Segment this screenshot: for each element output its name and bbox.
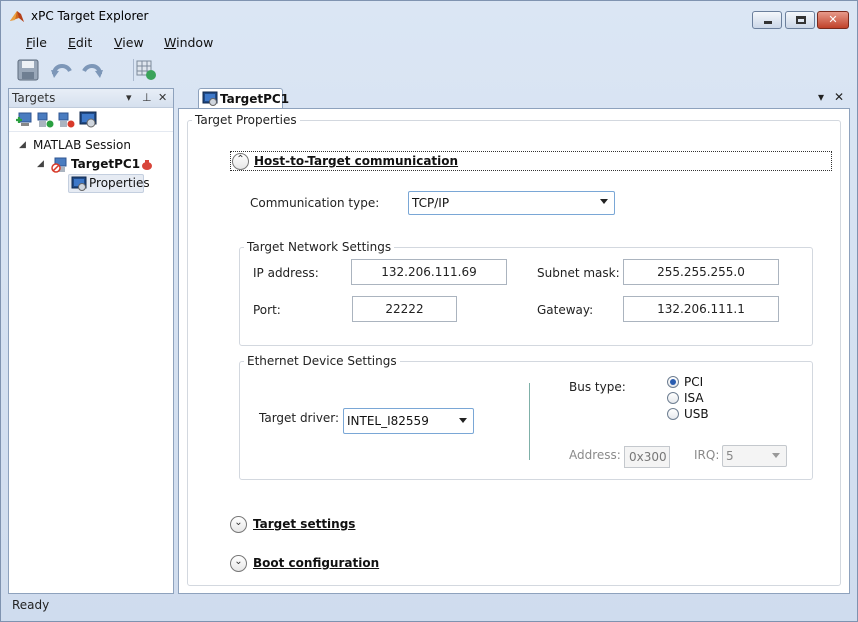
- panel-menu-icon[interactable]: ▾: [126, 91, 132, 104]
- menu-file[interactable]: File: [26, 35, 47, 50]
- title-bar: xPC Target Explorer ✕: [1, 1, 857, 31]
- radio-unchecked-icon: [667, 408, 679, 420]
- dropdown-arrow-icon: [600, 199, 608, 204]
- target-driver-select[interactable]: INTEL_I82559: [343, 408, 474, 434]
- irq-label: IRQ:: [694, 448, 720, 462]
- radio-label: PCI: [684, 375, 704, 389]
- tab-close-icon[interactable]: ✕: [834, 90, 844, 104]
- tree-node-properties[interactable]: Properties: [68, 174, 150, 193]
- collapse-section-icon[interactable]: ⌃: [232, 153, 249, 170]
- target-settings-section-header[interactable]: ⌄ Target settings: [230, 515, 430, 535]
- targets-panel-toolbar: [9, 108, 173, 132]
- ip-address-field[interactable]: 132.206.111.69: [351, 259, 507, 285]
- menu-window[interactable]: Window: [164, 35, 213, 50]
- address-field: 0x300: [624, 446, 670, 468]
- bus-type-usb-radio[interactable]: USB: [667, 407, 717, 423]
- collapse-icon[interactable]: ◢: [19, 140, 26, 150]
- network-settings-title: Target Network Settings: [244, 240, 395, 254]
- connect-icon[interactable]: [36, 111, 54, 129]
- dropdown-arrow-icon: [772, 453, 780, 458]
- target-settings-section-label: Target settings: [253, 517, 356, 531]
- comm-type-value: TCP/IP: [412, 196, 450, 210]
- disconnect-icon[interactable]: [57, 111, 75, 129]
- targets-panel-title: Targets: [12, 91, 56, 105]
- port-field[interactable]: 22222: [352, 296, 457, 322]
- target-status-icon: [142, 160, 152, 170]
- status-text: Ready: [12, 598, 50, 612]
- undo-icon[interactable]: [50, 58, 74, 82]
- pin-icon[interactable]: ⊥: [142, 91, 152, 104]
- properties-icon: [71, 176, 87, 191]
- targets-panel: Targets ▾ ⊥ ✕ ◢ MATLAB Session ◢ TargetP…: [8, 88, 174, 594]
- minimize-icon: [764, 21, 772, 24]
- disconnected-target-icon: [51, 157, 67, 173]
- irq-select: 5: [722, 445, 787, 467]
- menu-edit[interactable]: Edit: [68, 35, 92, 50]
- bus-type-pci-radio[interactable]: PCI: [667, 375, 717, 391]
- radio-unchecked-icon: [667, 392, 679, 404]
- gateway-field[interactable]: 132.206.111.1: [623, 296, 779, 322]
- tab-targetpc1[interactable]: TargetPC1: [198, 88, 289, 109]
- target-properties-title: Target Properties: [192, 113, 300, 127]
- comm-type-label: Communication type:: [250, 196, 380, 210]
- radio-checked-icon: [667, 376, 679, 388]
- tab-list-icon[interactable]: ▾: [818, 90, 824, 104]
- ethernet-divider: [529, 383, 530, 460]
- menu-bar: File Edit View Window: [2, 31, 858, 53]
- target-settings-icon[interactable]: [79, 111, 97, 129]
- tree-node-target[interactable]: ◢ TargetPC1: [35, 156, 165, 174]
- subnet-mask-label: Subnet mask:: [537, 266, 620, 280]
- tree-label: TargetPC1: [71, 157, 141, 171]
- comm-type-select[interactable]: TCP/IP: [408, 191, 615, 215]
- target-connect-icon[interactable]: [134, 58, 158, 82]
- bus-type-isa-radio[interactable]: ISA: [667, 391, 717, 407]
- address-label: Address:: [569, 448, 621, 462]
- toolbar: [2, 53, 858, 87]
- status-bar: Ready: [2, 595, 858, 621]
- ip-address-label: IP address:: [253, 266, 319, 280]
- host-comm-section-header[interactable]: ⌃ Host-to-Target communication: [230, 151, 832, 171]
- matlab-logo-icon: [10, 11, 24, 22]
- window-title: xPC Target Explorer: [31, 9, 149, 23]
- tree-label: MATLAB Session: [33, 138, 131, 152]
- close-icon: ✕: [828, 13, 838, 26]
- ethernet-settings-title: Ethernet Device Settings: [244, 354, 400, 368]
- port-label: Port:: [253, 303, 281, 317]
- redo-icon[interactable]: [80, 58, 104, 82]
- save-icon[interactable]: [16, 58, 40, 82]
- target-driver-value: INTEL_I82559: [347, 414, 429, 428]
- target-tab-icon: [202, 91, 218, 106]
- subnet-mask-field[interactable]: 255.255.255.0: [623, 259, 779, 285]
- panel-close-icon[interactable]: ✕: [158, 91, 167, 104]
- tree-label: Properties: [89, 176, 150, 190]
- radio-label: ISA: [684, 391, 704, 405]
- close-button[interactable]: ✕: [817, 11, 849, 29]
- expand-section-icon[interactable]: ⌄: [230, 516, 247, 533]
- boot-config-section-header[interactable]: ⌄ Boot configuration: [230, 554, 430, 574]
- host-comm-section-label: Host-to-Target communication: [254, 154, 459, 168]
- maximize-button[interactable]: [785, 11, 815, 29]
- irq-value: 5: [726, 449, 734, 463]
- targets-panel-header: Targets ▾ ⊥ ✕: [9, 89, 173, 108]
- app-window: xPC Target Explorer ✕ File Edit View Win…: [0, 0, 858, 622]
- tree-node-matlab-session[interactable]: ◢ MATLAB Session: [17, 137, 167, 155]
- bus-type-label: Bus type:: [569, 380, 626, 394]
- boot-config-section-label: Boot configuration: [253, 556, 380, 570]
- radio-label: USB: [684, 407, 709, 421]
- target-driver-label: Target driver:: [259, 411, 340, 425]
- add-target-icon[interactable]: [15, 111, 33, 129]
- minimize-button[interactable]: [752, 11, 782, 29]
- maximize-icon: [796, 16, 806, 24]
- tab-label: TargetPC1: [220, 92, 290, 106]
- expand-section-icon[interactable]: ⌄: [230, 555, 247, 572]
- dropdown-arrow-icon: [459, 418, 467, 423]
- gateway-label: Gateway:: [537, 303, 594, 317]
- collapse-icon[interactable]: ◢: [37, 159, 44, 169]
- menu-view[interactable]: View: [114, 35, 144, 50]
